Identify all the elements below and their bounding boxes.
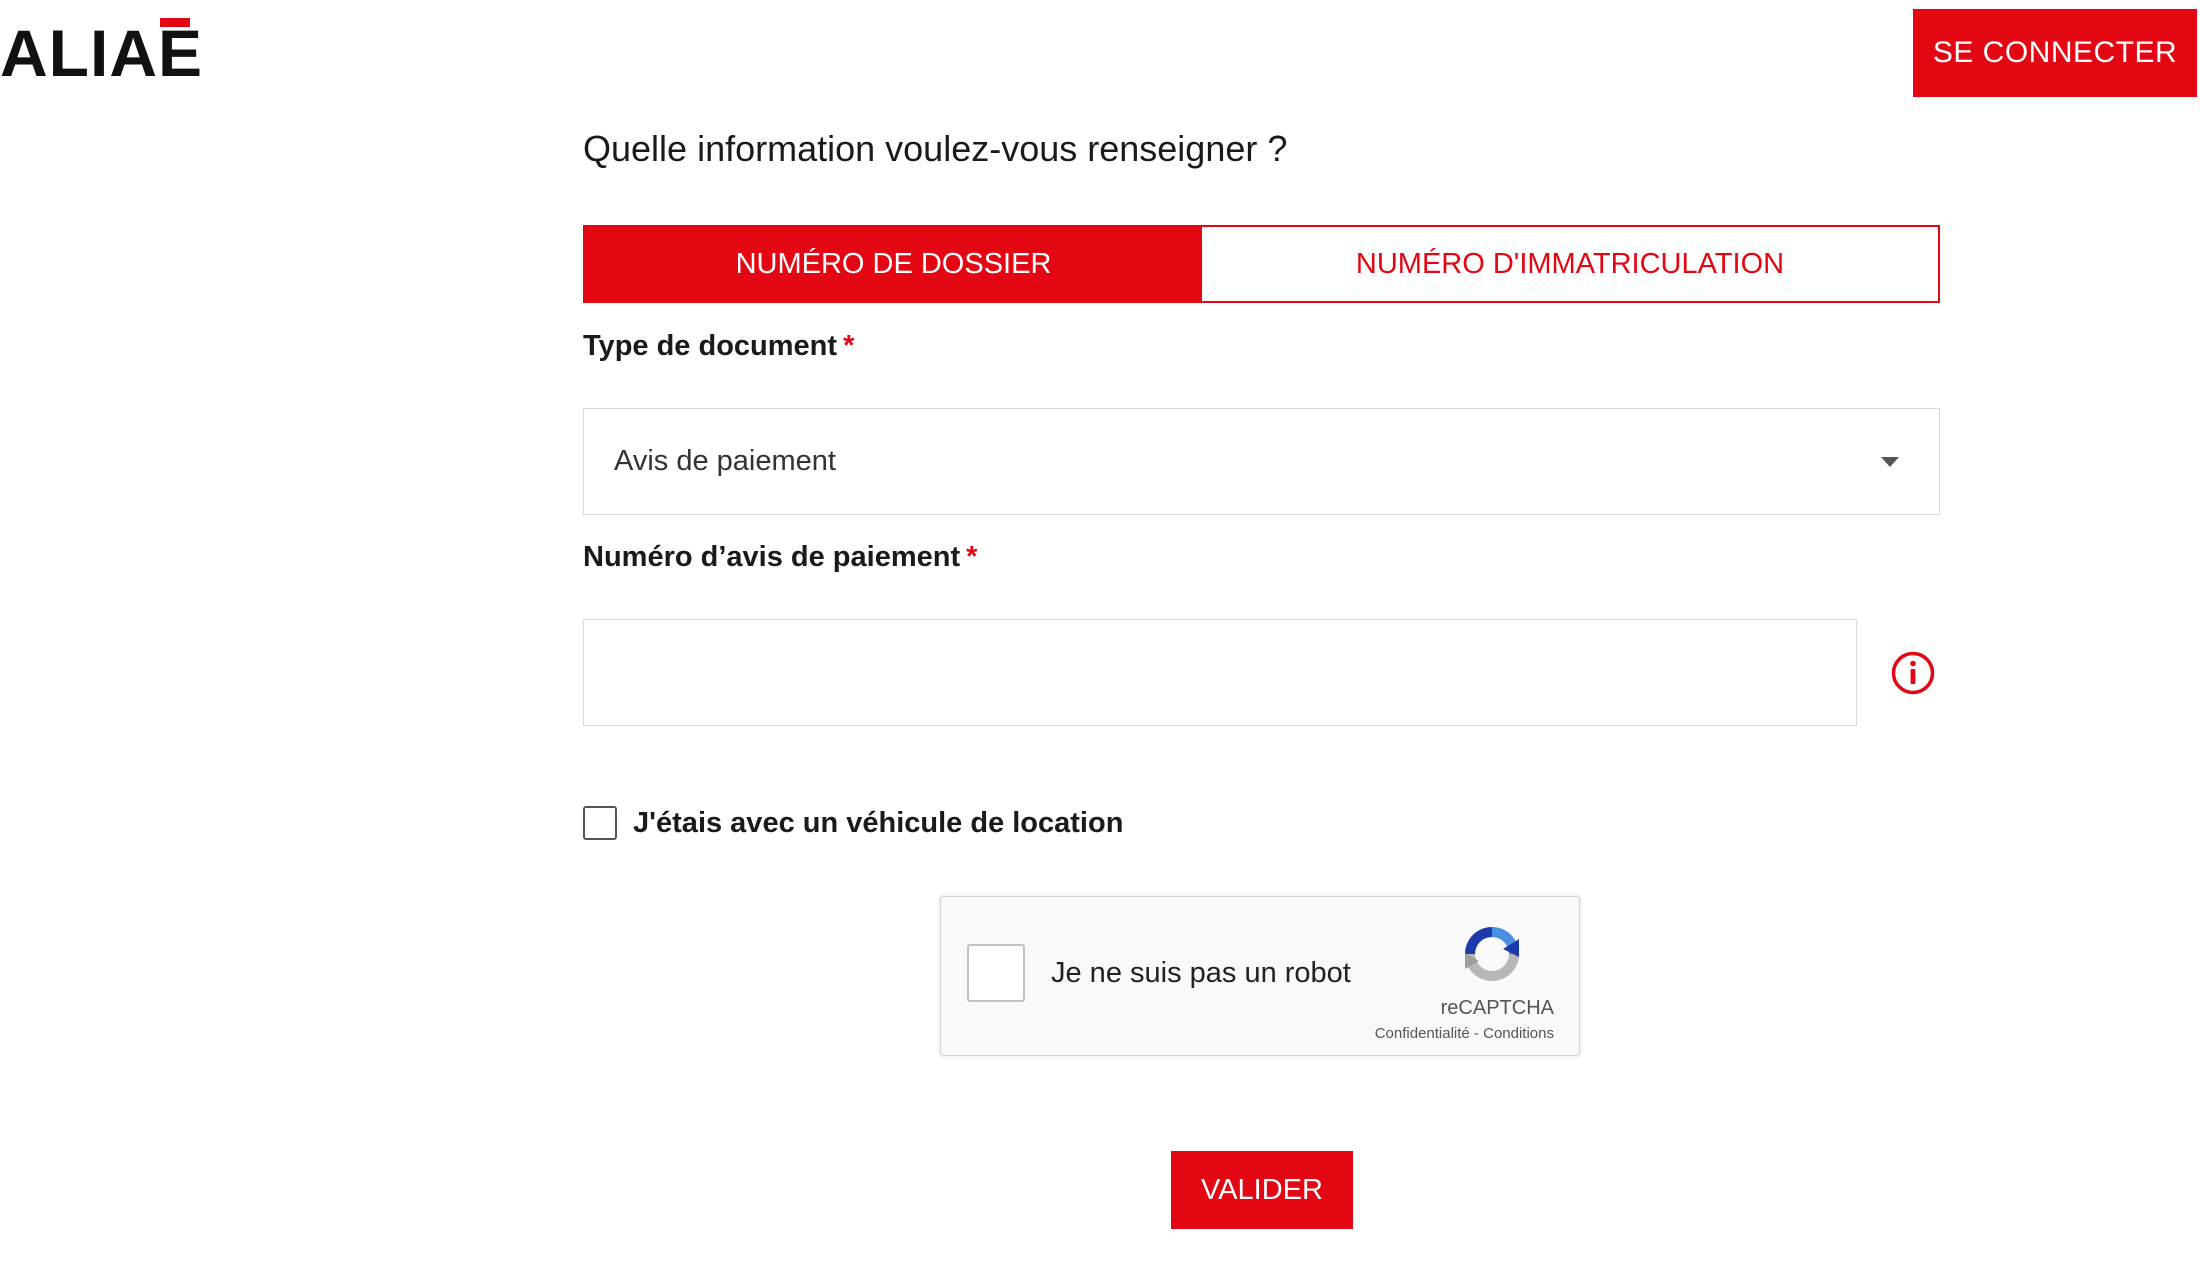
brand-logo[interactable]: ALIA E — [0, 16, 204, 90]
login-button[interactable]: SE CONNECTER — [1913, 9, 2197, 97]
notice-number-input[interactable] — [583, 619, 1857, 726]
recaptcha-checkbox[interactable] — [967, 944, 1025, 1002]
document-type-label-text: Type de document — [583, 330, 838, 362]
recaptcha-terms-link[interactable]: Conditions — [1483, 1025, 1554, 1042]
logo-text-start: ALIA — [0, 16, 158, 90]
notice-number-label-text: Numéro d’avis de paiement — [583, 541, 961, 573]
rental-vehicle-checkbox[interactable] — [583, 806, 617, 840]
notice-number-label: Numéro d’avis de paiement * — [583, 541, 977, 574]
tab-registration-number[interactable]: NUMÉRO D'IMMATRICULATION — [1202, 227, 1938, 301]
info-icon[interactable] — [1890, 650, 1936, 696]
page: ALIA E SE CONNECTER Quelle information vo… — [0, 0, 2200, 1282]
recaptcha-links-separator: - — [1469, 1025, 1484, 1042]
rental-vehicle-option[interactable]: J'étais avec un véhicule de location — [583, 806, 1123, 840]
chevron-down-icon — [1881, 456, 1899, 467]
tab-file-number[interactable]: NUMÉRO DE DOSSIER — [585, 227, 1202, 301]
document-type-value: Avis de paiement — [614, 445, 836, 477]
document-type-select[interactable]: Avis de paiement — [583, 408, 1940, 515]
recaptcha-brand: reCAPTCHA — [1440, 997, 1554, 1019]
recaptcha-widget: Je ne suis pas un robot reCAPTCHA Confid… — [940, 896, 1580, 1056]
form-question: Quelle information voulez-vous renseigne… — [583, 128, 1288, 169]
recaptcha-text: Je ne suis pas un robot — [1051, 957, 1351, 989]
recaptcha-privacy-link[interactable]: Confidentialité — [1375, 1025, 1470, 1042]
required-mark: * — [966, 541, 978, 573]
logo-accent-bar — [159, 18, 190, 27]
logo-letter-e: E — [157, 16, 204, 90]
rental-vehicle-label[interactable]: J'étais avec un véhicule de location — [633, 807, 1123, 840]
recaptcha-links: Confidentialité - Conditions — [1375, 1025, 1554, 1042]
search-mode-tabs: NUMÉRO DE DOSSIER NUMÉRO D'IMMATRICULATI… — [583, 225, 1940, 303]
required-mark: * — [843, 330, 855, 362]
document-type-label: Type de document * — [583, 330, 854, 363]
recaptcha-logo-icon — [1465, 927, 1519, 981]
submit-button[interactable]: VALIDER — [1171, 1151, 1353, 1229]
